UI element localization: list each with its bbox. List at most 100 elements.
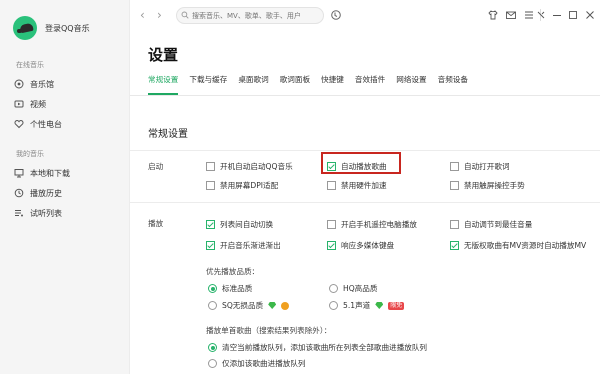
- option-list-switch[interactable]: 列表间自动切换: [206, 219, 273, 230]
- checkbox[interactable]: [327, 241, 336, 250]
- mail-icon[interactable]: [505, 9, 517, 21]
- section-title: 常规设置: [148, 129, 188, 140]
- menu-icon[interactable]: [523, 9, 535, 21]
- quality-hq[interactable]: HQ高品质: [329, 283, 377, 294]
- tab-general[interactable]: 常规设置: [148, 74, 179, 95]
- settings-tabs: 常规设置 下载与缓存 桌面歌词 歌词面板 快捷键 音效插件 网络设置 音频设备: [148, 74, 479, 95]
- option-auto-mv[interactable]: 无版权歌曲有MV资源时自动播放MV: [450, 240, 586, 251]
- tab-desktop-lyrics[interactable]: 桌面歌词: [238, 74, 268, 94]
- option-label: 列表间自动切换: [220, 220, 274, 229]
- option-auto-volume[interactable]: 自动调节到最佳音量: [450, 219, 532, 230]
- tab-audio-device[interactable]: 音频设备: [438, 74, 468, 94]
- sidebar-item-local[interactable]: 本地和下载: [14, 166, 70, 180]
- playback-label: 播放: [148, 219, 164, 228]
- single-add-one[interactable]: 仅添加该歌曲进播放队列: [208, 358, 306, 369]
- single-play-label: 播放单首歌曲（搜索结果列表除外）：: [206, 326, 332, 335]
- option-label: 清空当前播放队列，添加该歌曲所在列表全部歌曲进播放队列: [222, 343, 428, 352]
- option-auto-lyrics[interactable]: 自动打开歌词: [450, 161, 510, 172]
- playlist-icon: [15, 210, 23, 217]
- section-divider: [130, 202, 600, 203]
- search-input[interactable]: [176, 7, 324, 24]
- radio[interactable]: [208, 284, 217, 293]
- heart-radio-icon: [14, 120, 24, 129]
- option-label: HQ高品质: [343, 284, 378, 293]
- option-label: 禁用硬件加速: [341, 181, 387, 190]
- sidebar-item-trial-list[interactable]: 试听列表: [14, 206, 62, 220]
- option-disable-touch[interactable]: 禁用触屏操控手势: [450, 180, 525, 191]
- option-autostart[interactable]: 开机自动启动QQ音乐: [206, 161, 293, 172]
- minimize-icon[interactable]: [551, 9, 563, 21]
- recognize-icon[interactable]: [330, 9, 342, 21]
- tabs-divider: [130, 95, 600, 96]
- maximize-icon[interactable]: [567, 9, 579, 21]
- sidebar-item-history[interactable]: 播放历史: [14, 186, 62, 200]
- free-tag: 限免: [388, 301, 405, 310]
- login-link[interactable]: 登录QQ音乐: [45, 23, 90, 34]
- mini-mode-icon[interactable]: [535, 9, 547, 21]
- radio[interactable]: [208, 359, 217, 368]
- checkbox[interactable]: [206, 220, 215, 229]
- checkbox[interactable]: [450, 241, 459, 250]
- option-phone-remote[interactable]: 开启手机遥控电脑播放: [327, 219, 417, 230]
- section-divider: [130, 150, 600, 151]
- back-arrow-icon[interactable]: ‹: [140, 8, 145, 22]
- option-label: 响应多媒体键盘: [341, 241, 395, 250]
- option-label: 无版权歌曲有MV资源时自动播放MV: [464, 241, 587, 250]
- top-bar: ‹ ›: [130, 0, 600, 32]
- radio[interactable]: [208, 343, 217, 352]
- tab-lyrics-panel[interactable]: 歌词面板: [280, 74, 310, 94]
- checkbox[interactable]: [327, 220, 336, 229]
- music-hall-icon: [14, 79, 24, 89]
- option-disable-dpi[interactable]: 禁用屏幕DPI适配: [206, 180, 278, 191]
- option-label: 5.1声道: [343, 301, 371, 310]
- highlight-box: [321, 152, 401, 174]
- checkbox[interactable]: [450, 181, 459, 190]
- green-diamond-icon: [268, 302, 277, 309]
- radio[interactable]: [329, 284, 338, 293]
- single-add-all[interactable]: 清空当前播放队列，添加该歌曲所在列表全部歌曲进播放队列: [208, 342, 427, 353]
- checkbox[interactable]: [327, 181, 336, 190]
- option-label: 禁用触屏操控手势: [464, 181, 525, 190]
- sidebar-item-music-hall[interactable]: 音乐馆: [14, 77, 54, 91]
- history-icon: [14, 188, 24, 198]
- main-panel: ‹ › 设置 常规设置 下载与缓存 桌面歌词 歌词面板 快捷键 音效插件 网络设…: [130, 0, 600, 374]
- page-title: 设置: [148, 46, 179, 64]
- quality-surround[interactable]: 5.1声道 限免: [329, 300, 405, 311]
- computer-icon: [14, 169, 24, 178]
- search-icon[interactable]: [181, 11, 189, 19]
- sidebar-item-radio[interactable]: 个性电台: [14, 117, 62, 131]
- checkbox[interactable]: [450, 220, 459, 229]
- option-fade[interactable]: 开启音乐渐进渐出: [206, 240, 281, 251]
- option-disable-hw-accel[interactable]: 禁用硬件加速: [327, 180, 387, 191]
- vip-badge-icon: [281, 301, 290, 310]
- my-music-label: 我的音乐: [16, 150, 44, 158]
- checkbox[interactable]: [206, 181, 215, 190]
- close-icon[interactable]: [584, 9, 596, 21]
- checkbox[interactable]: [450, 162, 459, 171]
- tab-network[interactable]: 网络设置: [396, 74, 426, 94]
- tab-download-cache[interactable]: 下载与缓存: [189, 74, 227, 94]
- green-diamond-icon: [375, 302, 384, 309]
- quality-label: 优先播放品质：: [206, 267, 260, 276]
- sidebar-item-label: 视频: [30, 99, 46, 109]
- startup-label: 启动: [148, 162, 164, 171]
- avatar[interactable]: [13, 16, 37, 40]
- option-media-keys[interactable]: 响应多媒体键盘: [327, 240, 394, 251]
- option-label: 开启音乐渐进渐出: [220, 241, 281, 250]
- quality-sq[interactable]: SQ无损品质: [208, 300, 290, 311]
- checkbox[interactable]: [206, 241, 215, 250]
- checkbox[interactable]: [206, 162, 215, 171]
- option-label: SQ无损品质: [222, 301, 264, 310]
- sidebar-item-label: 试听列表: [30, 208, 62, 218]
- skin-icon[interactable]: [487, 9, 499, 21]
- radio[interactable]: [208, 301, 217, 310]
- sidebar-item-video[interactable]: 视频: [14, 97, 46, 111]
- tab-audio-plugins[interactable]: 音效插件: [355, 74, 385, 94]
- option-label: 开启手机遥控电脑播放: [341, 220, 417, 229]
- forward-arrow-icon[interactable]: ›: [157, 8, 162, 22]
- sidebar-item-label: 播放历史: [30, 188, 62, 198]
- tab-shortcuts[interactable]: 快捷键: [321, 74, 344, 94]
- radio[interactable]: [329, 301, 338, 310]
- sidebar-item-label: 个性电台: [30, 119, 62, 129]
- quality-standard[interactable]: 标准品质: [208, 283, 252, 294]
